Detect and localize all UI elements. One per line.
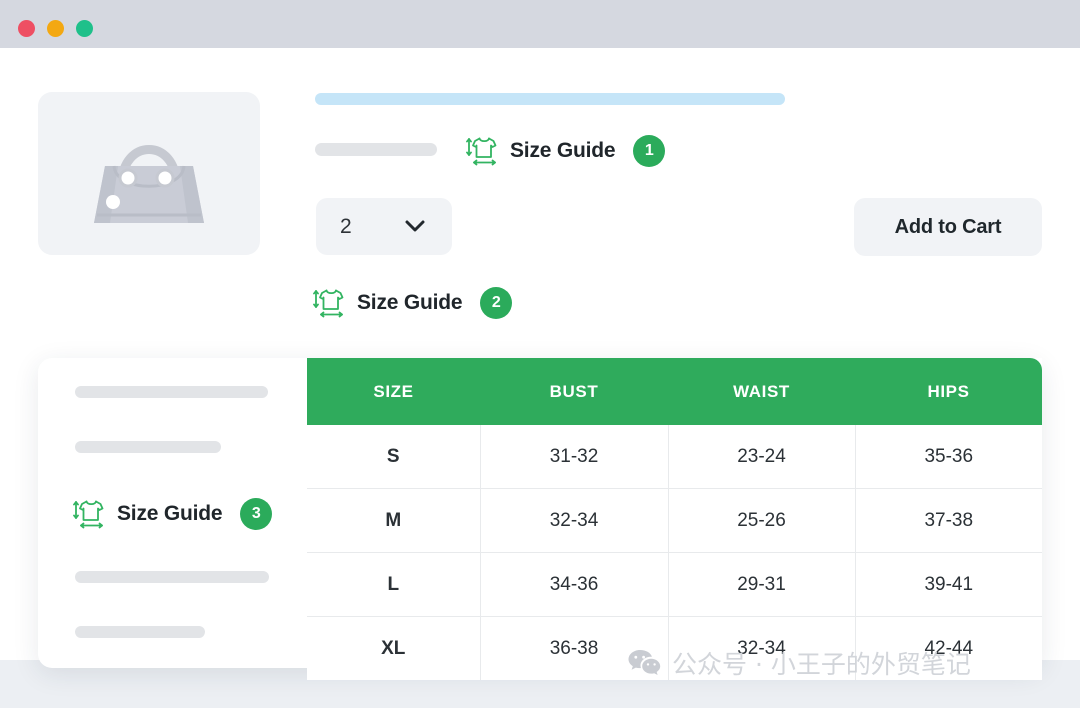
table-header-row: SIZE BUST WAIST HIPS [307,358,1042,425]
cell-waist: 23-24 [668,425,856,489]
size-guide-label: Size Guide [117,501,223,525]
size-guide-label: Size Guide [510,138,616,162]
cell-hips: 42-44 [855,616,1042,680]
cell-bust: 31-32 [480,425,669,489]
size-chart-table: SIZE BUST WAIST HIPS S 31-32 23-24 35-36… [307,358,1042,680]
size-guide-badge: 3 [240,497,273,530]
size-guide-label: Size Guide [357,290,463,314]
size-guide-link-card[interactable]: Size Guide 3 [73,497,273,530]
column-header-waist: WAIST [668,358,855,425]
cell-hips: 35-36 [855,425,1042,489]
cell-size: M [307,488,481,553]
app-window: Size Guide 1 2 Add to Cart Size Guide 2 … [0,0,1080,708]
table-row: S 31-32 23-24 35-36 [307,425,1042,489]
cell-hips: 37-38 [855,488,1042,553]
cell-size: S [307,425,481,489]
quantity-select[interactable]: 2 [316,198,452,255]
chevron-down-icon [405,220,425,232]
maximize-window-button[interactable] [76,20,93,37]
product-title-skeleton [315,93,785,105]
cell-hips: 39-41 [855,552,1042,617]
traffic-lights [18,20,93,37]
cell-bust: 32-34 [480,488,669,553]
size-guide-tshirt-icon [313,289,344,318]
cell-waist: 32-34 [668,616,856,680]
handbag-illustration-icon [94,145,204,223]
size-guide-link-top[interactable]: Size Guide 1 [466,134,666,167]
column-header-size: SIZE [307,358,480,425]
card-skeleton-line-1 [75,386,268,398]
table-row: M 32-34 25-26 37-38 [307,488,1042,553]
cell-bust: 36-38 [480,616,669,680]
size-guide-link-middle[interactable]: Size Guide 2 [313,286,513,319]
cell-size: L [307,552,481,617]
close-window-button[interactable] [18,20,35,37]
size-guide-tshirt-icon [466,137,497,166]
size-guide-tshirt-icon [73,500,104,529]
product-subtitle-skeleton [315,143,437,156]
cell-waist: 25-26 [668,488,856,553]
table-row: L 34-36 29-31 39-41 [307,552,1042,617]
cell-size: XL [307,616,481,680]
card-skeleton-line-3 [75,571,269,583]
card-skeleton-line-4 [75,626,205,638]
size-guide-badge: 2 [480,286,513,319]
cell-bust: 34-36 [480,552,669,617]
minimize-window-button[interactable] [47,20,64,37]
column-header-hips: HIPS [855,358,1042,425]
window-titlebar [0,0,1080,48]
size-chart-header: SIZE BUST WAIST HIPS [307,358,1042,425]
add-to-cart-button[interactable]: Add to Cart [854,198,1042,256]
product-image[interactable] [38,92,260,255]
card-skeleton-line-2 [75,441,221,453]
column-header-bust: BUST [480,358,668,425]
product-detail-section: Size Guide 1 2 Add to Cart Size Guide 2 [0,48,1080,348]
quantity-value: 2 [340,214,352,238]
size-chart-body: S 31-32 23-24 35-36 M 32-34 25-26 37-38 … [307,425,1042,680]
size-guide-badge: 1 [633,134,666,167]
table-row: XL 36-38 32-34 42-44 [307,616,1042,680]
cell-waist: 29-31 [668,552,856,617]
